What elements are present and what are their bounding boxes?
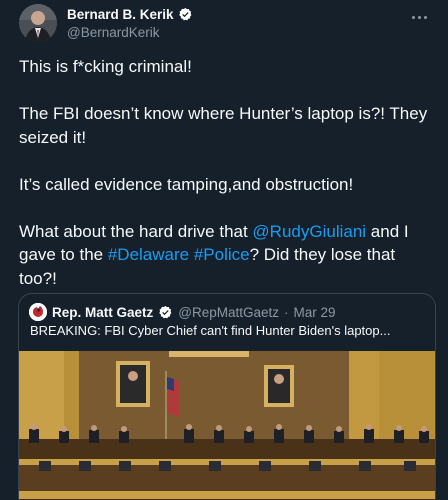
quoted-separator: · <box>284 304 289 320</box>
quoted-author-avatar <box>29 303 47 321</box>
author-handle[interactable]: @BernardKerik <box>67 25 193 40</box>
tweet: Bernard B. Kerik @BernardKerik This is f… <box>0 0 448 500</box>
verified-badge-icon <box>159 305 172 318</box>
tweet-header: Bernard B. Kerik @BernardKerik <box>16 4 432 44</box>
quoted-tweet[interactable]: Rep. Matt Gaetz @RepMattGaetz · Mar 29 B… <box>18 293 436 500</box>
author-info: Bernard B. Kerik @BernardKerik <box>67 7 193 40</box>
quoted-display-name: Rep. Matt Gaetz <box>52 304 154 320</box>
tweet-paragraph: This is f*cking criminal! <box>19 57 192 76</box>
tweet-text: This is f*cking criminal! The FBI doesn’… <box>19 55 431 314</box>
verified-badge-icon <box>178 7 191 21</box>
tweet-text-segment: What about the hard drive that <box>19 221 253 241</box>
tweet-paragraph: The FBI doesn’t know where Hunter’s lapt… <box>19 104 428 147</box>
author-display-name[interactable]: Bernard B. Kerik <box>67 7 174 22</box>
more-horizontal-icon[interactable] <box>406 6 432 28</box>
quoted-tweet-text: BREAKING: FBI Cyber Chief can't find Hun… <box>30 323 391 338</box>
hearing-room-photo[interactable] <box>19 351 435 500</box>
hashtag-link[interactable]: #Delaware <box>108 245 189 264</box>
author-avatar[interactable] <box>19 4 57 42</box>
tweet-paragraph: It’s called evidence tamping,and obstruc… <box>19 174 354 194</box>
tweet-paragraph: What about the hard drive that @RudyGiul… <box>19 220 431 291</box>
quoted-handle: @RepMattGaetz <box>178 304 280 320</box>
mention-link[interactable]: @RudyGiuliani <box>252 222 366 241</box>
quoted-date: Mar 29 <box>293 304 336 320</box>
hashtag-link[interactable]: #Police <box>194 245 250 264</box>
quoted-tweet-header: Rep. Matt Gaetz @RepMattGaetz · Mar 29 <box>29 303 336 321</box>
